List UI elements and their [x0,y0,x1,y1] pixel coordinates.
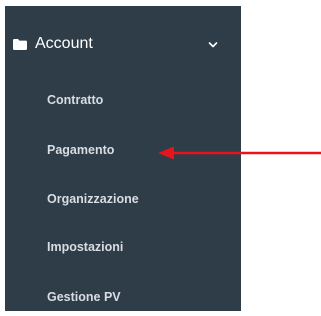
sidebar-item-contratto[interactable]: Contratto [47,93,103,107]
stage: Account Contratto Pagamento Organizzazio… [0,0,321,316]
sidebar-item-organizzazione[interactable]: Organizzazione [47,192,139,206]
folder-icon [13,37,27,50]
chevron-down-icon [208,36,218,48]
sidebar-item-gestione-pv[interactable]: Gestione PV [47,290,121,304]
sidebar-item-pagamento[interactable]: Pagamento [47,143,114,157]
sidebar-item-impostazioni[interactable]: Impostazioni [47,240,123,254]
account-section-toggle[interactable]: Account [5,28,241,62]
annotation-arrow-icon [158,145,321,161]
account-section-label: Account [35,35,93,52]
